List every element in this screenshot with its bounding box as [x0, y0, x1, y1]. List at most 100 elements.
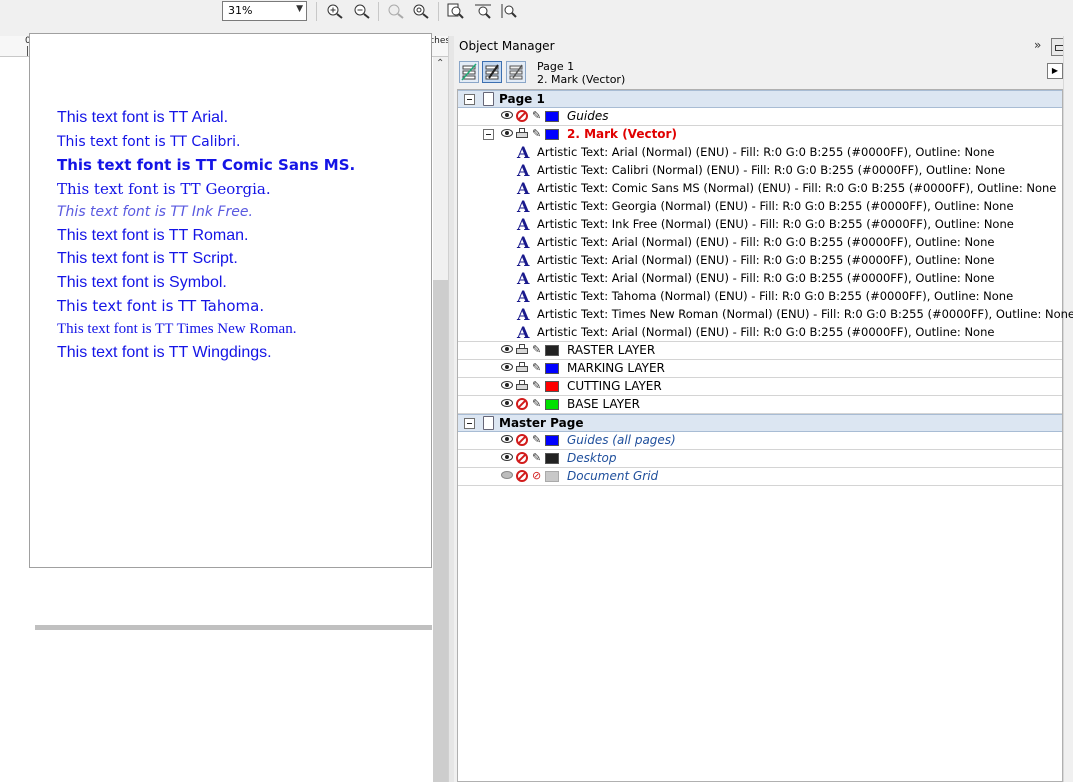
printer-icon[interactable] — [516, 380, 528, 392]
breadcrumb-layer: 2. Mark (Vector) — [537, 73, 626, 86]
layer-color-swatch[interactable] — [545, 381, 559, 392]
tree-layer-cutting[interactable]: ✎ CUTTING LAYER — [458, 378, 1062, 396]
zoom-in-icon[interactable] — [326, 3, 344, 19]
tree-layer-marking[interactable]: ✎ MARKING LAYER — [458, 360, 1062, 378]
show-object-properties-button[interactable] — [459, 61, 479, 83]
text-sample-ink-free[interactable]: This text font is TT Ink Free. — [57, 204, 253, 220]
toolbar-separator — [316, 2, 317, 21]
text-sample-symbol[interactable]: This text font is Symbol. — [57, 274, 227, 292]
tree-page-page-1[interactable]: Page 1 — [458, 90, 1062, 108]
text-sample-comic-sans[interactable]: This text font is TT Comic Sans MS. — [57, 156, 355, 174]
tree-layer-raster[interactable]: ✎ RASTER LAYER — [458, 342, 1062, 360]
tree-layer-guides[interactable]: ✎ Guides — [458, 108, 1062, 126]
collapse-icon[interactable] — [483, 129, 494, 140]
object-label: Artistic Text: Arial (Normal) (ENU) - Fi… — [537, 145, 995, 159]
printer-icon[interactable] — [516, 344, 528, 356]
layer-color-swatch[interactable] — [545, 453, 559, 464]
layer-color-swatch[interactable] — [545, 363, 559, 374]
printer-icon[interactable] — [516, 362, 528, 374]
pencil-icon[interactable]: ✎ — [532, 109, 541, 122]
zoom-out-icon[interactable] — [353, 3, 371, 19]
zoom-page-icon[interactable] — [447, 3, 465, 19]
eye-icon[interactable] — [501, 381, 513, 389]
no-print-icon[interactable] — [516, 434, 528, 446]
tree-object-row[interactable]: A Artistic Text: Comic Sans MS (Normal) (… — [458, 179, 1062, 198]
tree-object-row[interactable]: A Artistic Text: Arial (Normal) (ENU) - F… — [458, 233, 1062, 252]
pencil-icon[interactable]: ✎ — [532, 451, 541, 464]
active-layer-label: 2. Mark (Vector) — [567, 127, 677, 141]
tree-object-row[interactable]: A Artistic Text: Calibri (Normal) (ENU) -… — [458, 161, 1062, 180]
layer-label: Guides — [567, 109, 609, 123]
layer-manager-view-button[interactable] — [506, 61, 526, 83]
text-sample-georgia[interactable]: This text font is TT Georgia. — [57, 180, 271, 198]
zoom-level-dropdown[interactable]: 31% ▼ — [222, 1, 307, 21]
eye-icon[interactable] — [501, 129, 513, 137]
layer-label: CUTTING LAYER — [567, 379, 662, 393]
no-print-icon[interactable] — [516, 470, 528, 482]
tree-layer-base[interactable]: ✎ BASE LAYER — [458, 396, 1062, 414]
tree-object-row[interactable]: A Artistic Text: Arial (Normal) (ENU) - F… — [458, 269, 1062, 288]
layer-color-swatch[interactable] — [545, 399, 559, 410]
panel-vertical-scrollbar[interactable] — [1063, 36, 1073, 782]
master-page-title: Master Page — [499, 416, 584, 430]
no-print-icon[interactable] — [516, 398, 528, 410]
eye-icon[interactable] — [501, 345, 513, 353]
no-print-icon[interactable] — [516, 110, 528, 122]
eye-icon[interactable] — [501, 399, 513, 407]
tree-object-row[interactable]: A Artistic Text: Arial (Normal) (ENU) - F… — [458, 143, 1062, 162]
eye-hidden-icon[interactable] — [501, 471, 513, 479]
pencil-icon[interactable]: ✎ — [532, 127, 541, 140]
toolbar-separator — [438, 2, 439, 21]
text-sample-calibri[interactable]: This text font is TT Calibri. — [57, 134, 241, 150]
tree-layer-master-guides[interactable]: ✎ Guides (all pages) — [458, 432, 1062, 450]
eye-icon[interactable] — [501, 453, 513, 461]
eye-icon[interactable] — [501, 363, 513, 371]
tree-object-row[interactable]: A Artistic Text: Georgia (Normal) (ENU) -… — [458, 197, 1062, 216]
zoom-selected-icon[interactable] — [387, 3, 405, 19]
artistic-text-icon: A — [517, 233, 530, 252]
tree-layer-document-grid[interactable]: ⊘ Document Grid — [458, 468, 1062, 486]
tree-layer-desktop[interactable]: ✎ Desktop — [458, 450, 1062, 468]
collapse-icon[interactable] — [464, 94, 475, 105]
eye-icon[interactable] — [501, 435, 513, 443]
pencil-icon[interactable]: ✎ — [532, 379, 541, 392]
layer-color-swatch[interactable] — [545, 129, 559, 140]
text-sample-roman[interactable]: This text font is TT Roman. — [57, 227, 248, 245]
double-chevron-right-icon[interactable]: » — [1034, 38, 1041, 52]
layer-label: Desktop — [567, 451, 617, 465]
scroll-up-icon[interactable]: ⌃ — [436, 58, 444, 69]
text-sample-arial[interactable]: This text font is TT Arial. — [57, 109, 228, 127]
tree-page-master[interactable]: Master Page — [458, 414, 1062, 432]
zoom-level-value: 31% — [228, 4, 253, 17]
locked-icon[interactable]: ⊘ — [532, 469, 541, 482]
flyout-menu-button[interactable]: ▶ — [1047, 63, 1063, 79]
pencil-icon[interactable]: ✎ — [532, 397, 541, 410]
tree-object-row[interactable]: A Artistic Text: Arial (Normal) (ENU) - F… — [458, 251, 1062, 270]
layers-list-icon — [461, 63, 477, 81]
no-print-icon[interactable] — [516, 452, 528, 464]
layer-color-swatch[interactable] — [545, 111, 559, 122]
printer-icon[interactable] — [516, 128, 528, 140]
zoom-width-icon[interactable] — [474, 3, 492, 19]
pencil-icon[interactable]: ✎ — [532, 361, 541, 374]
tree-layer-mark-vector[interactable]: ✎ 2. Mark (Vector) — [458, 126, 1062, 144]
tree-object-row[interactable]: A Artistic Text: Times New Roman (Normal)… — [458, 305, 1073, 324]
canvas-scroll-thumb[interactable] — [433, 280, 448, 782]
layer-color-swatch[interactable] — [545, 435, 559, 446]
layer-color-swatch[interactable] — [545, 345, 559, 356]
text-sample-times-new-roman[interactable]: This text font is TT Times New Roman. — [57, 321, 296, 338]
tree-object-row[interactable]: A Artistic Text: Arial (Normal) (ENU) - F… — [458, 323, 1062, 342]
text-sample-wingdings[interactable]: This text font is TT Wingdings. — [57, 344, 272, 362]
collapse-icon[interactable] — [464, 418, 475, 429]
pencil-icon[interactable]: ✎ — [532, 343, 541, 356]
tree-object-row[interactable]: A Artistic Text: Ink Free (Normal) (ENU) … — [458, 215, 1062, 234]
pencil-icon[interactable]: ✎ — [532, 433, 541, 446]
zoom-height-icon[interactable] — [500, 3, 518, 19]
tree-object-row[interactable]: A Artistic Text: Tahoma (Normal) (ENU) - … — [458, 287, 1062, 306]
zoom-all-icon[interactable] — [412, 3, 430, 19]
text-sample-script[interactable]: This text font is TT Script. — [57, 250, 238, 268]
edit-across-layers-button[interactable] — [482, 61, 502, 83]
layer-color-swatch[interactable] — [545, 471, 559, 482]
eye-icon[interactable] — [501, 111, 513, 119]
text-sample-tahoma[interactable]: This text font is TT Tahoma. — [57, 297, 264, 315]
